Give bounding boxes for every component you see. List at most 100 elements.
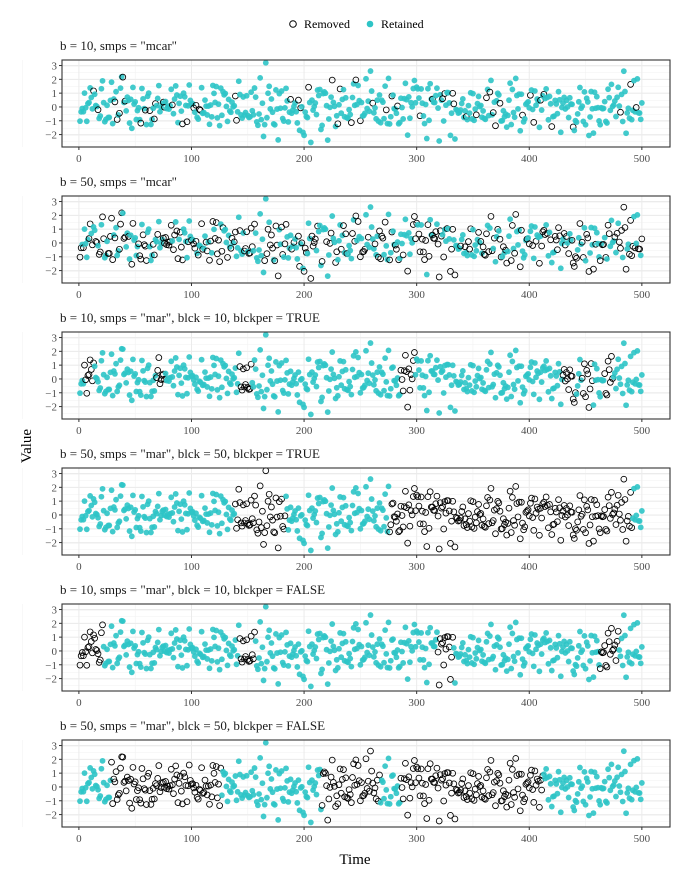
point-retained — [582, 665, 589, 672]
point-retained — [260, 677, 267, 684]
point-retained — [189, 236, 196, 243]
point-retained — [117, 493, 124, 500]
point-retained — [285, 390, 292, 397]
point-retained — [633, 376, 640, 383]
point-retained — [517, 399, 524, 406]
point-retained — [334, 392, 341, 399]
point-retained — [504, 112, 511, 119]
point-retained — [99, 757, 106, 764]
point-retained — [477, 646, 484, 653]
point-retained — [252, 774, 259, 780]
point-retained — [307, 547, 314, 554]
x-tick-label: 400 — [521, 425, 538, 437]
point-retained — [581, 88, 588, 95]
x-tick-label: 0 — [76, 697, 82, 709]
point-retained — [412, 643, 419, 650]
point-retained — [565, 114, 572, 121]
x-tick-label: 400 — [521, 833, 538, 845]
point-retained — [227, 109, 234, 116]
point-retained — [218, 792, 225, 799]
point-retained — [450, 644, 457, 651]
point-retained — [117, 85, 124, 92]
point-retained — [372, 513, 378, 519]
point-retained — [497, 644, 503, 651]
point-retained — [195, 524, 202, 530]
point-retained — [423, 679, 430, 686]
point-retained — [587, 658, 593, 664]
point-retained — [448, 110, 455, 117]
point-retained — [517, 671, 524, 678]
point-retained — [622, 768, 628, 775]
point-retained — [370, 381, 377, 388]
point-retained — [475, 637, 482, 644]
point-retained — [385, 211, 392, 218]
point-retained — [231, 510, 238, 517]
point-retained — [508, 121, 515, 128]
point-retained — [137, 664, 144, 671]
point-retained — [423, 135, 430, 142]
point-retained — [97, 385, 104, 391]
point-retained — [616, 375, 623, 381]
point-retained — [218, 112, 225, 119]
point-retained — [208, 249, 215, 256]
point-retained — [399, 104, 405, 111]
point-retained — [109, 392, 116, 399]
point-retained — [324, 545, 331, 552]
point-retained — [169, 374, 176, 380]
panel-title: b = 50, smps = "mar", blck = 50, blckper… — [60, 446, 320, 461]
point-retained — [339, 232, 346, 239]
point-retained — [507, 80, 514, 87]
point-retained — [235, 758, 242, 765]
x-tick-label: 300 — [408, 425, 425, 437]
point-retained — [396, 391, 403, 398]
point-retained — [543, 222, 550, 228]
point-retained — [195, 116, 202, 122]
x-tick-label: 100 — [183, 697, 200, 709]
point-retained — [613, 249, 619, 256]
point-retained — [99, 485, 106, 492]
y-tick-label: 2 — [52, 618, 58, 630]
point-retained — [233, 661, 240, 668]
point-retained — [250, 247, 257, 254]
point-retained — [628, 116, 635, 123]
point-retained — [439, 231, 446, 238]
point-retained — [638, 780, 645, 786]
point-retained — [83, 526, 90, 533]
point-retained — [536, 124, 543, 131]
point-retained — [427, 352, 434, 359]
point-retained — [521, 251, 528, 258]
point-retained — [381, 659, 387, 666]
point-retained — [81, 498, 88, 505]
point-retained — [638, 508, 645, 514]
point-retained — [509, 358, 516, 365]
point-retained — [531, 88, 538, 94]
point-retained — [407, 115, 413, 122]
point-retained — [216, 530, 223, 537]
point-retained — [573, 391, 580, 398]
point-retained — [234, 380, 241, 387]
point-retained — [126, 392, 133, 398]
point-retained — [265, 362, 271, 369]
y-tick-label: 1 — [52, 496, 58, 508]
x-tick-label: 500 — [634, 153, 651, 165]
point-retained — [577, 764, 583, 771]
point-retained — [509, 86, 516, 93]
point-retained — [322, 226, 329, 233]
point-retained — [227, 789, 234, 796]
point-retained — [109, 664, 116, 671]
point-retained — [548, 395, 555, 402]
point-retained — [623, 130, 629, 137]
point-retained — [132, 506, 139, 513]
point-retained — [91, 91, 98, 98]
y-tick-label: 3 — [52, 333, 58, 345]
point-retained — [334, 664, 341, 671]
point-retained — [376, 636, 383, 642]
point-retained — [261, 801, 268, 808]
point-retained — [426, 661, 432, 668]
point-retained — [347, 111, 354, 118]
point-retained — [234, 652, 241, 659]
point-retained — [294, 392, 301, 398]
y-tick-label: −1 — [45, 116, 57, 128]
point-retained — [571, 807, 578, 814]
point-retained — [386, 121, 393, 127]
